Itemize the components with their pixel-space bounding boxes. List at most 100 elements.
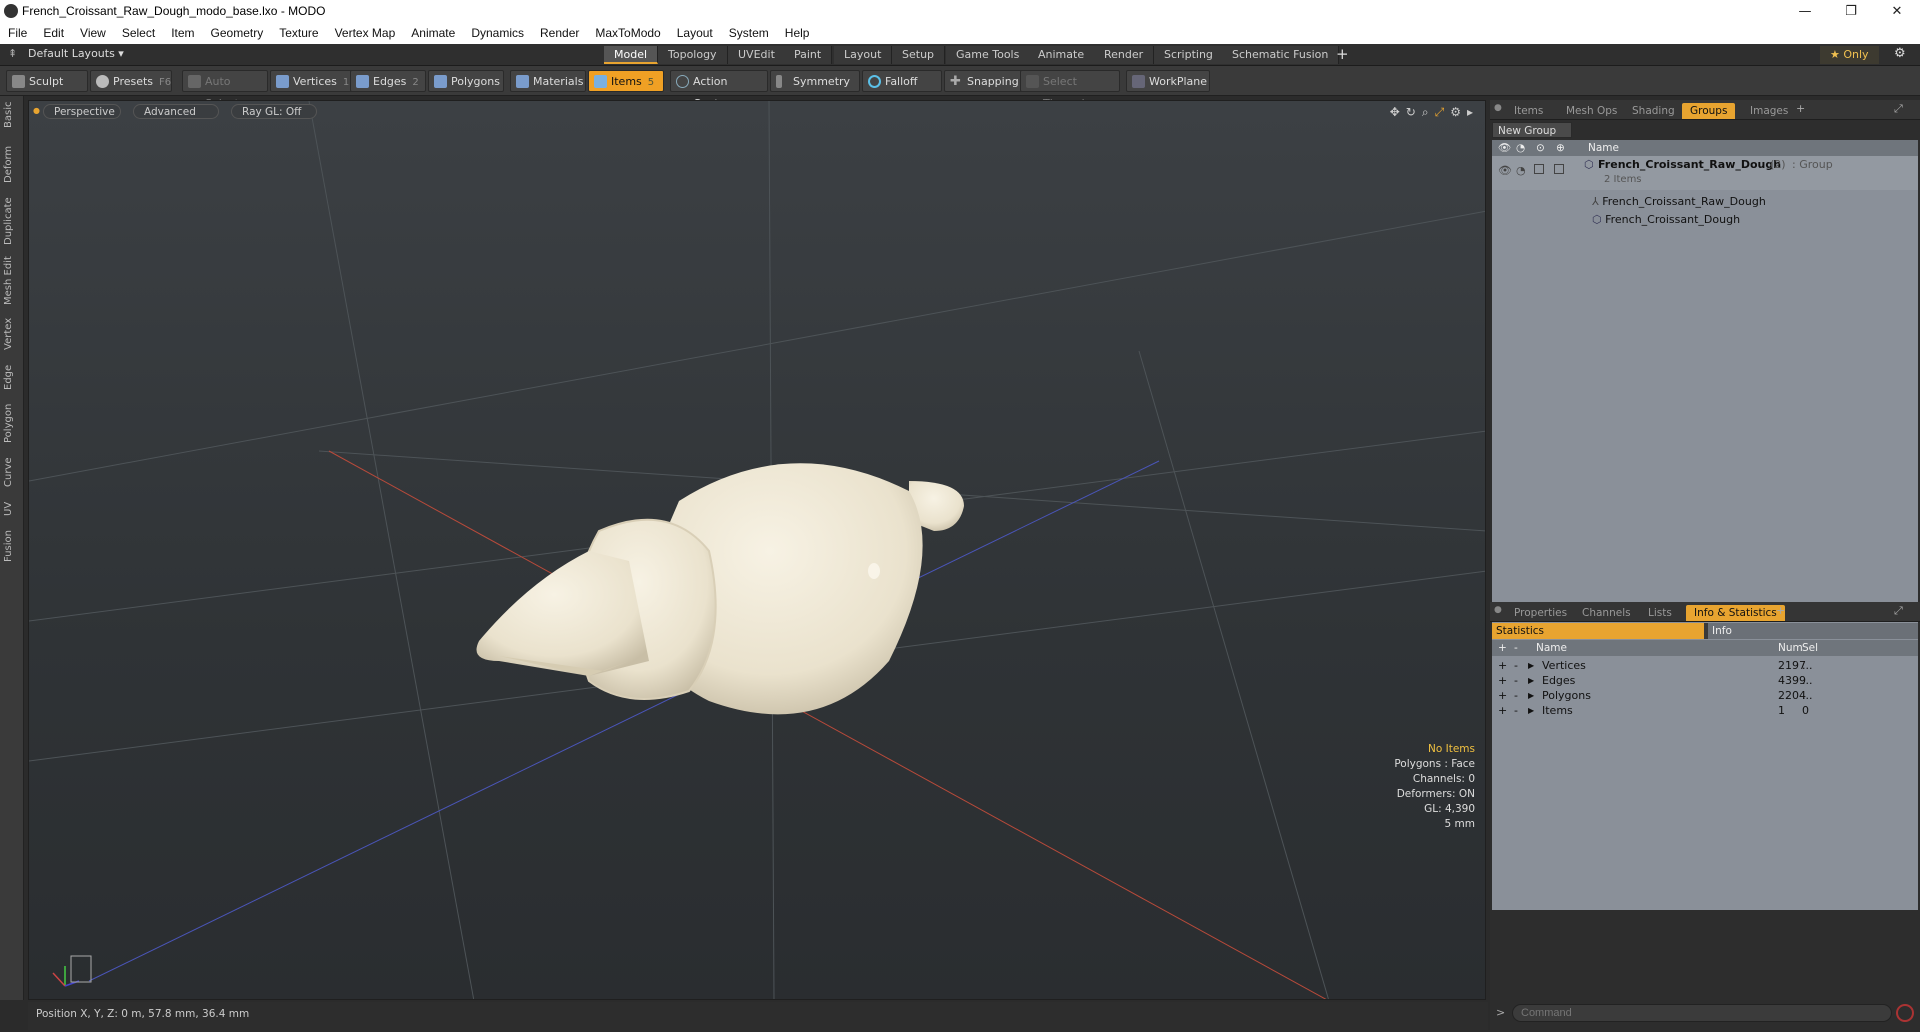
presets-button[interactable]: Presets F6: [90, 70, 172, 92]
group-render-icon[interactable]: ◔: [1516, 164, 1526, 177]
tab-properties[interactable]: Properties: [1506, 605, 1575, 621]
tab-game-tools[interactable]: Game Tools: [946, 46, 1031, 64]
only-toggle[interactable]: ★ Only: [1820, 46, 1879, 64]
expand-arrow-icon[interactable]: ▸: [1467, 105, 1473, 120]
select-through-button[interactable]: Select Through: [1020, 70, 1120, 110]
auto-select-button[interactable]: Auto Select: [182, 70, 268, 110]
vtab-polygon[interactable]: Polygon: [3, 400, 21, 446]
snapping-button[interactable]: ✚ Snapping: [944, 70, 1024, 92]
tab-model[interactable]: Model: [604, 46, 659, 64]
fit-icon[interactable]: ⤢: [1435, 105, 1445, 120]
tab-groups[interactable]: Groups: [1682, 103, 1736, 119]
add-tab-icon[interactable]: +: [1336, 45, 1349, 63]
sculpt-button[interactable]: Sculpt: [6, 70, 88, 92]
lock-col-icon[interactable]: ⊙: [1536, 140, 1545, 156]
menu-texture[interactable]: Texture: [271, 26, 326, 40]
menu-view[interactable]: View: [72, 26, 114, 40]
row-minus-icon[interactable]: -: [1514, 702, 1518, 719]
vtab-duplicate[interactable]: Duplicate: [3, 196, 21, 246]
bottom-panel-menu-icon[interactable]: ●: [1494, 605, 1502, 615]
tab-images[interactable]: Images: [1742, 103, 1796, 119]
list-item[interactable]: ⅄ French_Croissant_Raw_Dough: [1492, 193, 1918, 210]
3d-viewport[interactable]: ● Perspective Advanced Ray GL: Off ✥ ↻ ⌕…: [28, 100, 1486, 1000]
polygons-button[interactable]: Polygons: [428, 70, 504, 92]
materials-button[interactable]: Materials: [510, 70, 586, 92]
menu-geometry[interactable]: Geometry: [203, 26, 272, 40]
tab-animate[interactable]: Animate: [1028, 46, 1096, 64]
gear-icon[interactable]: ⚙: [1894, 46, 1906, 61]
pan-icon[interactable]: ✥: [1390, 105, 1400, 120]
vtab-vertex[interactable]: Vertex: [3, 316, 21, 352]
minimize-button[interactable]: —: [1782, 0, 1828, 22]
symmetry-button[interactable]: Symmetry: [770, 70, 860, 92]
subtab-statistics[interactable]: Statistics: [1492, 623, 1704, 639]
tab-setup[interactable]: Setup: [892, 46, 946, 64]
layout-selector[interactable]: Default Layouts ▾: [28, 47, 124, 60]
visibility-col-icon[interactable]: 👁: [1498, 140, 1511, 156]
menu-help[interactable]: Help: [777, 26, 818, 40]
panel-menu-icon[interactable]: ●: [1494, 103, 1502, 113]
view-type-button[interactable]: Perspective: [43, 104, 121, 119]
tab-render[interactable]: Render: [1094, 46, 1155, 64]
render-col-icon[interactable]: ◔: [1516, 140, 1525, 156]
bottom-panel-expand-icon[interactable]: ⤢: [1894, 604, 1903, 618]
menu-layout[interactable]: Layout: [669, 26, 721, 40]
menu-file[interactable]: File: [0, 26, 35, 40]
vertices-button[interactable]: Vertices 1: [270, 70, 352, 92]
rotate-icon[interactable]: ↻: [1406, 105, 1416, 120]
tab-info-statistics[interactable]: Info & Statistics: [1686, 605, 1785, 621]
row-expand-icon[interactable]: ▶: [1528, 702, 1534, 719]
tab-uvedit[interactable]: UVEdit: [728, 46, 786, 64]
vtab-curve[interactable]: Curve: [3, 454, 21, 490]
table-row[interactable]: + - ▶ Items 1 0: [1492, 702, 1918, 719]
vtab-basic[interactable]: Basic: [3, 100, 21, 130]
menu-system[interactable]: System: [721, 26, 777, 40]
action-center-button[interactable]: Action Center: [670, 70, 768, 110]
new-group-button[interactable]: New Group: [1492, 122, 1572, 138]
falloff-button[interactable]: Falloff: [862, 70, 942, 92]
menu-item[interactable]: Item: [163, 26, 202, 40]
menu-maxtomodo[interactable]: MaxToModo: [587, 26, 668, 40]
group-visibility-icon[interactable]: 👁: [1498, 164, 1512, 177]
vtab-mesh-edit[interactable]: Mesh Edit: [3, 256, 21, 306]
subtab-info[interactable]: Info: [1708, 623, 1918, 639]
close-button[interactable]: ✕: [1874, 0, 1920, 22]
vtab-deform[interactable]: Deform: [3, 144, 21, 184]
menu-vertex-map[interactable]: Vertex Map: [327, 26, 404, 40]
record-icon[interactable]: [1896, 1004, 1914, 1022]
group-select-checkbox[interactable]: [1554, 164, 1564, 174]
panel-expand-icon[interactable]: ⤢: [1894, 102, 1903, 116]
tab-topology[interactable]: Topology: [658, 46, 728, 64]
tab-mesh-ops[interactable]: Mesh Ops: [1558, 103, 1625, 119]
vtab-uv[interactable]: UV: [3, 498, 21, 520]
menu-animate[interactable]: Animate: [403, 26, 463, 40]
group-name[interactable]: French_Croissant_Raw_Dough: [1598, 158, 1781, 171]
collapse-all-icon[interactable]: -: [1514, 640, 1518, 656]
items-button[interactable]: Items 5: [588, 70, 664, 92]
restore-button[interactable]: ❐: [1828, 0, 1874, 22]
tab-schematic-fusion[interactable]: Schematic Fusion: [1222, 46, 1340, 64]
group-lock-checkbox[interactable]: [1534, 164, 1544, 174]
expand-all-icon[interactable]: +: [1498, 640, 1507, 656]
tab-shading[interactable]: Shading: [1624, 103, 1683, 119]
add-bottom-tab-icon[interactable]: +: [1776, 604, 1785, 617]
command-input[interactable]: [1512, 1004, 1892, 1022]
menu-render[interactable]: Render: [532, 26, 587, 40]
tab-lists[interactable]: Lists: [1640, 605, 1680, 621]
tab-layout[interactable]: Layout: [834, 46, 893, 64]
croissant-model[interactable]: [476, 463, 965, 715]
menu-dynamics[interactable]: Dynamics: [463, 26, 532, 40]
tab-channels[interactable]: Channels: [1574, 605, 1639, 621]
list-item[interactable]: ⬡ French_Croissant_Dough: [1492, 211, 1918, 228]
viewport-menu-icon[interactable]: ●: [33, 106, 40, 115]
edges-button[interactable]: Edges 2: [350, 70, 426, 92]
vtab-edge[interactable]: Edge: [3, 362, 21, 392]
select-col-icon[interactable]: ⊕: [1556, 140, 1565, 156]
vtab-fusion[interactable]: Fusion: [3, 526, 21, 566]
group-row[interactable]: 👁 ◔ ⬡ French_Croissant_Raw_Dough (2) : G…: [1492, 156, 1918, 190]
viewport-settings-icon[interactable]: ⚙: [1450, 105, 1461, 120]
workplane-button[interactable]: WorkPlane: [1126, 70, 1210, 92]
tab-paint[interactable]: Paint: [784, 46, 833, 64]
tab-scripting[interactable]: Scripting: [1154, 46, 1224, 64]
menu-select[interactable]: Select: [114, 26, 163, 40]
